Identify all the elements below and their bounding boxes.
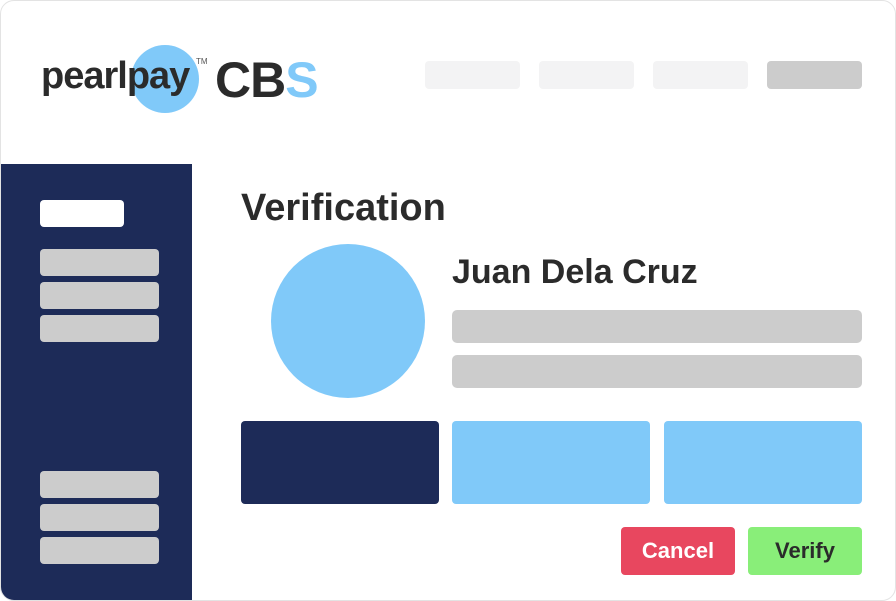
sidebar-item-4[interactable] [40,315,159,342]
avatar [271,244,425,398]
app-window: pearlpay TM CBS Verification Juan Dela C… [0,0,896,601]
sidebar-item-6[interactable] [40,504,159,531]
pearlpay-cbs-logo: pearlpay TM CBS [41,41,341,121]
user-detail-line-1 [452,310,862,343]
sidebar-item-2[interactable] [40,249,159,276]
sidebar [1,164,192,600]
logo-wordmark: pearlpay [41,55,190,97]
document-tile-2[interactable] [452,421,650,504]
user-detail-line-2 [452,355,862,388]
sidebar-item-5[interactable] [40,471,159,498]
nav-item-1[interactable] [425,61,520,89]
sidebar-item-3[interactable] [40,282,159,309]
page-title: Verification [241,187,446,229]
sidebar-item-selected[interactable] [40,200,124,227]
user-name: Juan Dela Cruz [452,253,698,291]
sidebar-item-7[interactable] [40,537,159,564]
verify-button[interactable]: Verify [748,527,862,575]
nav-item-3[interactable] [653,61,748,89]
nav-item-4-active[interactable] [767,61,862,89]
document-tile-1[interactable] [241,421,439,504]
nav-item-2[interactable] [539,61,634,89]
trademark-mark: TM [196,57,208,66]
logo-product-name: CBS [215,52,319,108]
document-tile-3[interactable] [664,421,862,504]
cancel-button[interactable]: Cancel [621,527,735,575]
